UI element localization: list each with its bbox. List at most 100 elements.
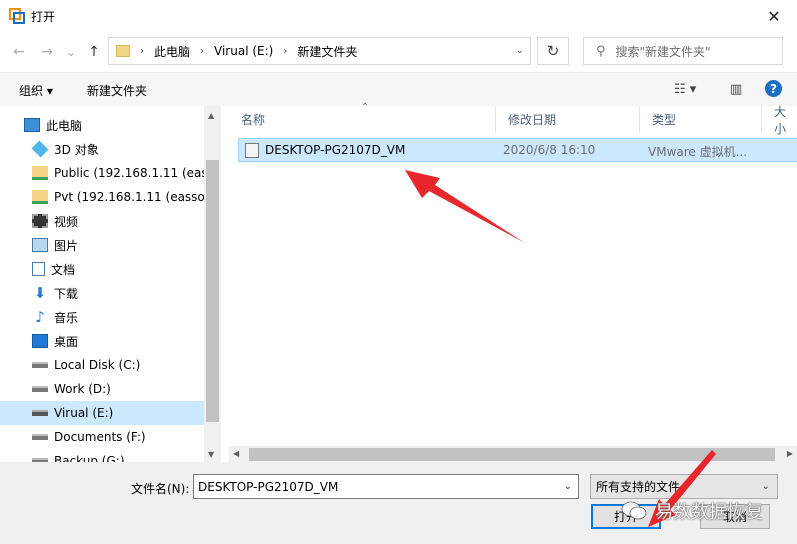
scroll-right-icon[interactable]: ▶ xyxy=(787,449,793,458)
sidebar-item-label: Virual (E:) xyxy=(54,406,114,420)
sidebar-item-drive-c[interactable]: Local Disk (C:) xyxy=(0,353,204,377)
watermark: 易数数据恢复 xyxy=(621,498,763,524)
file-type: VMware 虚拟机... xyxy=(648,145,748,159)
sidebar-item-drive-f[interactable]: Documents (F:) xyxy=(0,425,204,449)
close-button[interactable]: ✕ xyxy=(751,0,797,32)
help-icon[interactable]: ? xyxy=(765,80,782,97)
scroll-up-icon[interactable]: ▲ xyxy=(208,111,214,120)
sidebar-item-label: 此电脑 xyxy=(46,118,83,133)
drive-icon xyxy=(32,386,48,392)
network-drive-icon xyxy=(32,166,48,180)
file-name: DESKTOP-PG2107D_VM xyxy=(265,143,406,157)
file-list-horizontal-scrollbar[interactable]: ◀ ▶ xyxy=(229,446,797,463)
music-icon: ♪ xyxy=(35,308,45,326)
filter-value: 所有支持的文件 xyxy=(596,480,681,494)
breadcrumb-separator: › xyxy=(140,45,144,57)
column-header-date[interactable]: 修改日期 xyxy=(496,106,640,133)
sidebar-item-drive-d[interactable]: Work (D:) xyxy=(0,377,204,401)
sidebar-item-desktop[interactable]: 桌面 xyxy=(0,329,204,353)
video-icon xyxy=(32,214,48,228)
file-list: ⌃ 名称 修改日期 类型 大小 DESKTOP-PG2107D_VM 2020/… xyxy=(229,102,797,462)
view-options-icon[interactable]: ☷ ▾ xyxy=(674,82,696,97)
sidebar-item-public[interactable]: Public (192.168.1.11 (eassos xyxy=(0,161,204,185)
breadcrumb-this-pc[interactable]: 此电脑 xyxy=(154,43,190,60)
sidebar-item-label: 下载 xyxy=(54,286,79,301)
scrollbar-thumb[interactable] xyxy=(249,448,775,461)
recent-locations-button[interactable]: ⌄ xyxy=(62,43,80,61)
sidebar-item-label: 视频 xyxy=(54,214,79,229)
sidebar-item-label: Backup (G:) xyxy=(54,454,125,462)
search-icon: ⚲ xyxy=(596,43,606,59)
vmx-file-icon xyxy=(245,143,259,158)
sidebar-item-label: Public (192.168.1.11 (eassos xyxy=(54,166,204,180)
organize-button[interactable]: 组织 ▾ xyxy=(19,82,53,99)
sidebar-item-pvt[interactable]: Pvt (192.168.1.11 (eassos_ xyxy=(0,185,204,209)
back-button[interactable]: ← xyxy=(10,43,28,61)
sidebar-item-videos[interactable]: 视频 xyxy=(0,209,204,233)
network-drive-icon xyxy=(32,190,48,204)
sidebar-item-label: Pvt (192.168.1.11 (eassos_ xyxy=(54,190,204,204)
filename-input[interactable]: DESKTOP-PG2107D_VM ⌄ xyxy=(193,474,579,499)
navigation-bar: ← → ⌄ ↑ › 此电脑 › Virual (E:) › 新建文件夹 ⌄ ↻ … xyxy=(0,32,797,72)
sidebar-item-documents[interactable]: 文档 xyxy=(0,257,204,281)
column-header-size[interactable]: 大小 xyxy=(762,105,797,136)
column-header-type[interactable]: 类型 xyxy=(640,106,762,133)
chevron-down-icon[interactable]: ⌄ xyxy=(762,481,770,492)
new-folder-button[interactable]: 新建文件夹 xyxy=(87,82,147,99)
command-toolbar: 组织 ▾ 新建文件夹 ☷ ▾ ▥ xyxy=(0,72,797,106)
scroll-down-icon[interactable]: ▼ xyxy=(208,450,214,459)
file-date: 2020/6/8 16:10 xyxy=(503,143,596,157)
address-dropdown-icon[interactable]: ⌄ xyxy=(516,45,524,56)
sidebar-item-downloads[interactable]: ⬇ 下载 xyxy=(0,281,204,305)
search-placeholder: 搜索"新建文件夹" xyxy=(615,44,711,59)
scroll-left-icon[interactable]: ◀ xyxy=(233,449,239,458)
sidebar-item-drive-g[interactable]: Backup (G:) xyxy=(0,449,204,462)
sidebar-item-label: 桌面 xyxy=(54,334,79,349)
up-button[interactable]: ↑ xyxy=(85,43,103,61)
search-box[interactable]: ⚲ 搜索"新建文件夹" xyxy=(583,37,783,65)
sidebar-item-pictures[interactable]: 图片 xyxy=(0,233,204,257)
sidebar-item-this-pc[interactable]: 此电脑 xyxy=(0,113,204,137)
sidebar-item-label: Local Disk (C:) xyxy=(54,358,141,372)
filename-value: DESKTOP-PG2107D_VM xyxy=(198,479,339,494)
sidebar-item-3d-objects[interactable]: 3D 对象 xyxy=(0,137,204,161)
scrollbar-thumb[interactable] xyxy=(206,160,219,422)
address-bar[interactable]: › 此电脑 › Virual (E:) › 新建文件夹 ⌄ xyxy=(108,37,531,65)
vmware-app-icon xyxy=(9,8,25,24)
folder-icon xyxy=(116,45,130,57)
column-header-name[interactable]: 名称 xyxy=(229,106,496,133)
preview-pane-icon[interactable]: ▥ xyxy=(730,82,742,97)
desktop-icon xyxy=(32,334,48,348)
breadcrumb-separator: › xyxy=(200,45,205,57)
sidebar-item-label: 图片 xyxy=(54,238,79,253)
sidebar-item-label: 3D 对象 xyxy=(54,142,99,157)
sidebar-item-label: Work (D:) xyxy=(54,382,111,396)
file-row[interactable]: DESKTOP-PG2107D_VM 2020/6/8 16:10 VMware… xyxy=(238,138,797,162)
wechat-logo-icon xyxy=(621,501,647,520)
forward-button[interactable]: → xyxy=(38,43,56,61)
file-type-filter[interactable]: 所有支持的文件 ⌄ xyxy=(590,474,778,499)
chevron-down-icon[interactable]: ⌄ xyxy=(564,481,572,492)
picture-icon xyxy=(32,238,48,252)
sidebar-item-label: 音乐 xyxy=(54,310,79,325)
drive-icon xyxy=(32,434,48,440)
3d-objects-icon xyxy=(31,140,49,158)
organize-label: 组织 xyxy=(19,84,44,98)
breadcrumb-new-folder[interactable]: 新建文件夹 xyxy=(297,43,357,60)
download-icon: ⬇ xyxy=(33,284,47,302)
drive-icon xyxy=(32,362,48,368)
filename-label: 文件名(N): xyxy=(131,482,190,496)
sidebar-item-music[interactable]: ♪ 音乐 xyxy=(0,305,204,329)
breadcrumb-drive-e[interactable]: Virual (E:) xyxy=(214,44,273,58)
document-icon xyxy=(32,262,45,276)
watermark-text: 易数数据恢复 xyxy=(655,502,763,523)
navigation-pane: 此电脑 3D 对象 Public (192.168.1.11 (eassos P… xyxy=(0,106,221,462)
sidebar-scrollbar[interactable]: ▲ ▼ xyxy=(204,106,221,462)
pc-icon xyxy=(24,118,40,132)
window-title: 打开 xyxy=(31,10,56,24)
breadcrumb-separator: › xyxy=(283,45,288,57)
sidebar-item-label: Documents (F:) xyxy=(54,430,146,444)
refresh-button[interactable]: ↻ xyxy=(537,37,569,65)
title-bar: 打开 ✕ xyxy=(0,0,797,32)
sidebar-item-drive-e[interactable]: Virual (E:) xyxy=(0,401,204,425)
